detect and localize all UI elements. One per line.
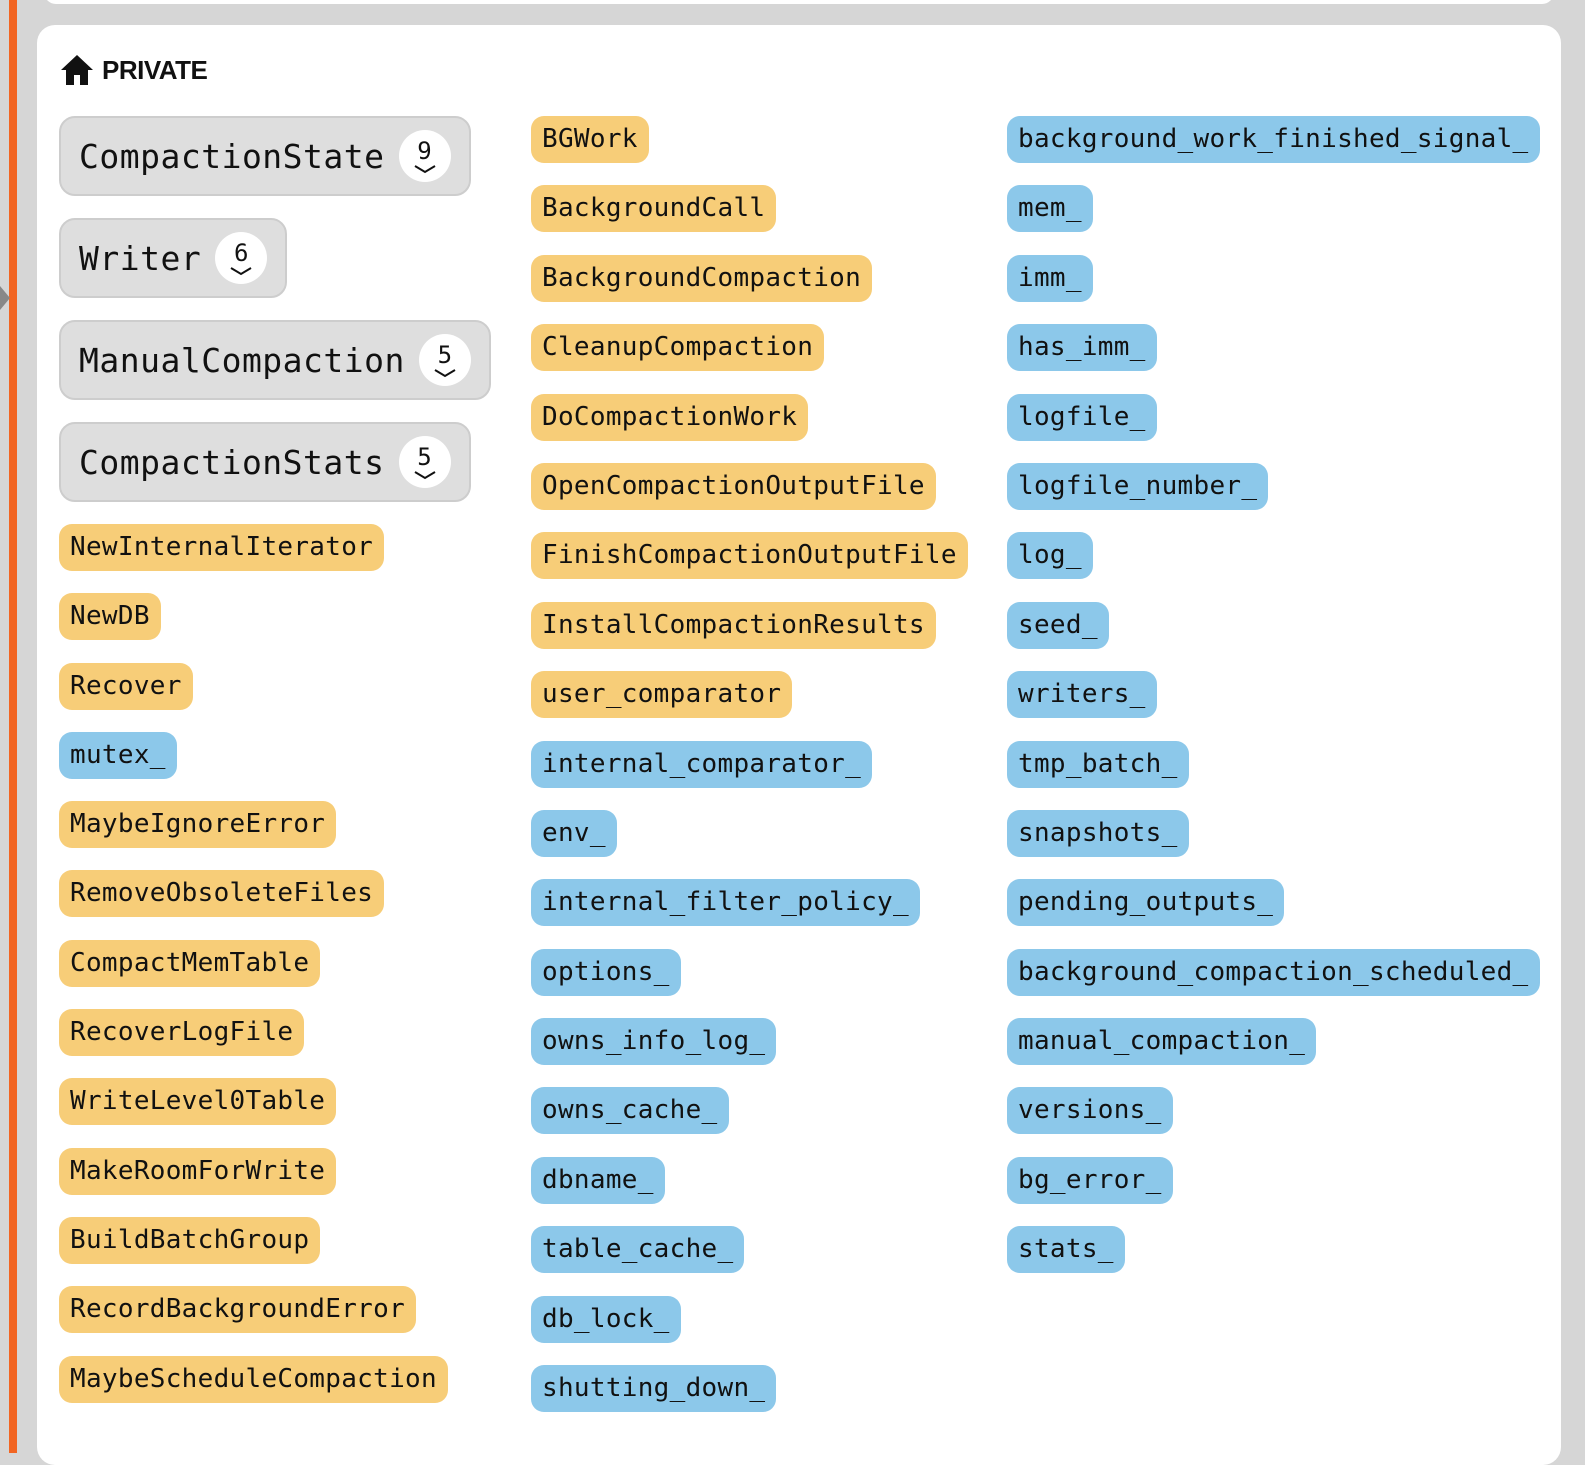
chevron-down-icon <box>414 470 436 479</box>
variable-pill[interactable]: logfile_ <box>1007 393 1157 441</box>
variable-pill[interactable]: tmp_batch_ <box>1007 740 1189 788</box>
variable-pill[interactable]: background_compaction_scheduled_ <box>1007 948 1540 996</box>
function-pill[interactable]: MaybeIgnoreError <box>59 801 337 849</box>
function-pill[interactable]: CompactMemTable <box>59 939 321 987</box>
variable-pill[interactable]: background_work_finished_signal_ <box>1007 116 1540 163</box>
count-badge[interactable]: 9 <box>398 130 451 182</box>
variable-pill[interactable]: stats_ <box>1007 1226 1125 1274</box>
function-pill[interactable]: InstallCompactionResults <box>531 601 936 649</box>
variable-pill[interactable]: owns_cache_ <box>531 1087 729 1135</box>
variable-pill[interactable]: pending_outputs_ <box>1007 879 1285 927</box>
count-badge[interactable]: 5 <box>398 436 451 488</box>
group-writer[interactable]: Writer 6 <box>59 218 288 298</box>
group-manualcompaction[interactable]: ManualCompaction 5 <box>59 320 491 400</box>
variable-pill[interactable]: mem_ <box>1007 185 1093 233</box>
count-badge[interactable]: 6 <box>215 232 268 284</box>
group-label: CompactionStats <box>79 442 385 482</box>
column-2: BGWork BackgroundCall BackgroundCompaction… <box>531 116 968 1434</box>
variable-pill[interactable]: seed_ <box>1007 601 1109 649</box>
variable-pill[interactable]: log_ <box>1007 532 1093 580</box>
variable-pill[interactable]: internal_filter_policy_ <box>531 879 920 927</box>
section-header: PRIVATE <box>60 50 208 90</box>
variable-pill[interactable]: mutex_ <box>59 731 177 779</box>
column-3: background_work_finished_signal_ mem_ imm_… <box>1007 116 1540 1296</box>
function-pill[interactable]: BackgroundCompaction <box>531 254 873 302</box>
group-compactionstate[interactable]: CompactionState 9 <box>59 116 471 196</box>
house-icon <box>61 55 93 85</box>
variable-pill[interactable]: shutting_down_ <box>531 1365 777 1413</box>
function-pill[interactable]: MaybeScheduleCompaction <box>59 1355 448 1403</box>
chevron-down-icon <box>434 368 456 377</box>
function-pill[interactable]: NewDB <box>59 593 161 641</box>
variable-pill[interactable]: writers_ <box>1007 671 1157 719</box>
variable-pill[interactable]: dbname_ <box>531 1156 665 1204</box>
section-title: PRIVATE <box>102 54 208 85</box>
function-pill[interactable]: OpenCompactionOutputFile <box>531 462 936 510</box>
function-pill[interactable]: RemoveObsoleteFiles <box>59 870 385 918</box>
function-pill[interactable]: BuildBatchGroup <box>59 1216 321 1264</box>
group-compactionstats[interactable]: CompactionStats 5 <box>59 422 471 502</box>
group-label: Writer <box>79 238 202 278</box>
expand-arrow-icon[interactable] <box>0 286 10 310</box>
variable-pill[interactable]: versions_ <box>1007 1087 1173 1135</box>
count-badge[interactable]: 5 <box>418 334 471 386</box>
variable-pill[interactable]: db_lock_ <box>531 1295 681 1343</box>
variable-pill[interactable]: logfile_number_ <box>1007 462 1269 510</box>
variable-pill[interactable]: internal_comparator_ <box>531 740 873 788</box>
chevron-down-icon <box>414 164 436 173</box>
variable-pill[interactable]: table_cache_ <box>531 1226 745 1274</box>
variable-pill[interactable]: snapshots_ <box>1007 809 1189 857</box>
function-pill[interactable]: RecoverLogFile <box>59 1009 305 1057</box>
variable-pill[interactable]: owns_info_log_ <box>531 1018 777 1066</box>
column-1: CompactionState 9 Writer 6 ManualCompact… <box>59 116 491 1425</box>
chevron-down-icon <box>230 266 252 275</box>
function-pill[interactable]: NewInternalIterator <box>59 524 385 571</box>
function-pill[interactable]: Recover <box>59 662 193 710</box>
function-pill[interactable]: WriteLevel0Table <box>59 1078 337 1126</box>
previous-section-card <box>44 0 1554 4</box>
function-pill[interactable]: FinishCompactionOutputFile <box>531 532 968 580</box>
group-label: CompactionState <box>79 136 385 176</box>
group-label: ManualCompaction <box>79 340 405 380</box>
variable-pill[interactable]: has_imm_ <box>1007 324 1157 372</box>
variable-pill[interactable]: options_ <box>531 948 681 996</box>
accent-bar <box>9 0 17 1453</box>
variable-pill[interactable]: manual_compaction_ <box>1007 1018 1317 1066</box>
function-pill[interactable]: MakeRoomForWrite <box>59 1147 337 1195</box>
variable-pill[interactable]: bg_error_ <box>1007 1156 1173 1204</box>
function-pill[interactable]: BGWork <box>531 116 649 163</box>
function-pill[interactable]: DoCompactionWork <box>531 393 809 441</box>
variable-pill[interactable]: env_ <box>531 809 617 857</box>
variable-pill[interactable]: imm_ <box>1007 254 1093 302</box>
function-pill[interactable]: BackgroundCall <box>531 185 777 233</box>
function-pill[interactable]: RecordBackgroundError <box>59 1286 417 1334</box>
function-pill[interactable]: CleanupCompaction <box>531 324 825 372</box>
function-pill[interactable]: user_comparator <box>531 671 793 719</box>
